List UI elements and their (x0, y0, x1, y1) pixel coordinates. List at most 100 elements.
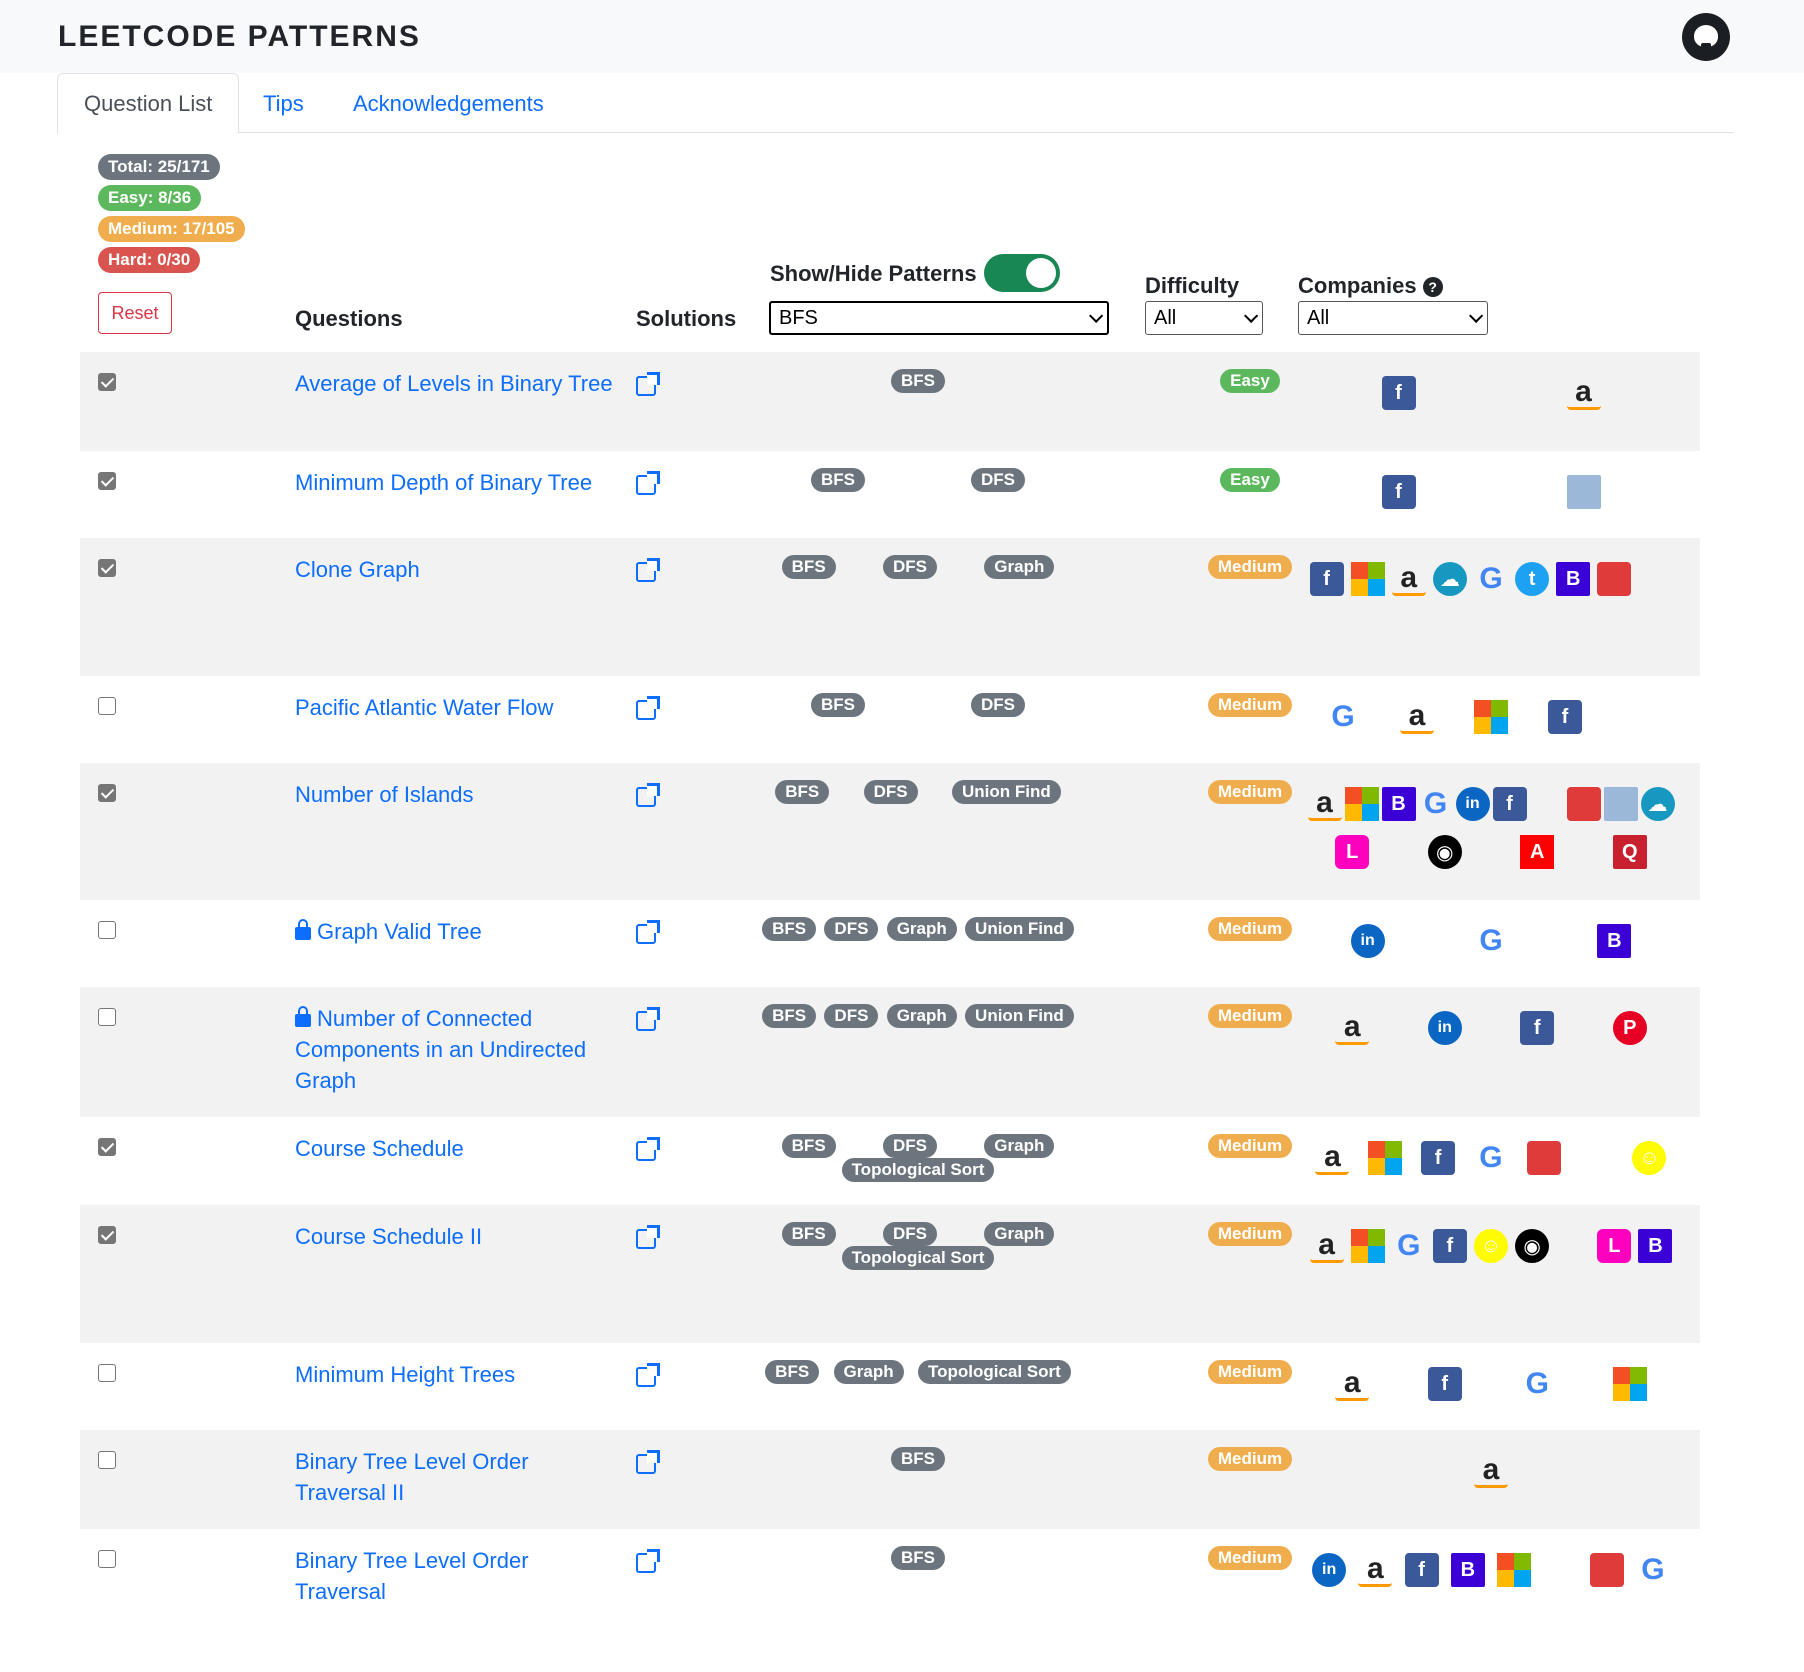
goldman-sachs-icon (1603, 787, 1638, 821)
question-link[interactable]: Pacific Atlantic Water Flow (295, 692, 615, 723)
microsoft-icon (1612, 1367, 1647, 1401)
completed-checkbox[interactable] (98, 472, 116, 490)
pattern-filter-select[interactable]: BFS (769, 301, 1109, 335)
facebook-icon: f (1427, 1367, 1462, 1401)
question-link[interactable]: Minimum Height Trees (295, 1359, 615, 1390)
app-title[interactable]: LEETCODE PATTERNS (58, 20, 421, 54)
uber-icon: ◉ (1515, 1229, 1550, 1263)
external-link-icon[interactable] (636, 920, 660, 944)
total-count-badge: Total: 25/171 (98, 154, 220, 180)
difficulty-filter-select[interactable]: All (1145, 301, 1263, 335)
google-icon: G (1479, 924, 1503, 957)
question-link[interactable]: Course Schedule (295, 1133, 615, 1164)
facebook-icon: f (1381, 376, 1416, 410)
table-row: Pacific Atlantic Water Flow BFS DFS Medium G… (80, 676, 1700, 763)
show-patterns-toggle[interactable] (984, 254, 1060, 292)
companies-filter-select[interactable]: All (1298, 301, 1488, 335)
question-link[interactable]: Minimum Depth of Binary Tree (295, 467, 615, 498)
company-logos: f a ☁ Gt B (1306, 561, 1676, 596)
question-link[interactable]: Number of Islands (295, 779, 615, 810)
google-icon: G (1479, 562, 1503, 595)
company-logos: a in f P (1306, 1010, 1676, 1045)
amazon-icon: a (1358, 1552, 1393, 1587)
question-link[interactable]: Number of Connected Components in an Und… (295, 1003, 615, 1096)
apple-icon (1556, 1229, 1590, 1263)
completed-checkbox[interactable] (98, 559, 116, 577)
pattern-badges: BFS Graph Topological Sort (758, 1360, 1078, 1384)
snapchat-icon: ☺ (1632, 1141, 1667, 1175)
bloomberg-icon: B (1597, 924, 1632, 958)
tab-question-list[interactable]: Question List (57, 73, 240, 134)
completed-checkbox[interactable] (98, 1138, 116, 1156)
external-link-icon[interactable] (636, 1007, 660, 1031)
qualtrics-icon: Q (1612, 835, 1647, 869)
goldman-sachs-icon (1566, 475, 1601, 509)
completed-checkbox[interactable] (98, 1364, 116, 1382)
question-title: Course Schedule II (295, 1224, 483, 1249)
pattern-badges: BFS DFS Graph Topological Sort (758, 1222, 1078, 1270)
pattern-badges: BFS (758, 1447, 1078, 1471)
external-link-icon[interactable] (636, 558, 660, 582)
lyft-icon: L (1335, 835, 1370, 869)
companies-column-header: Companies? (1298, 273, 1443, 299)
company-logos: afG (1306, 1366, 1676, 1401)
external-link-icon[interactable] (636, 1363, 660, 1387)
salesforce-icon: ☁ (1640, 787, 1675, 821)
external-link-icon[interactable] (636, 1450, 660, 1474)
completed-checkbox[interactable] (98, 697, 116, 715)
apple-icon (1543, 1553, 1577, 1587)
completed-checkbox[interactable] (98, 921, 116, 939)
external-link-icon[interactable] (636, 696, 660, 720)
table-row: Minimum Depth of Binary Tree BFS DFS Easy f (80, 451, 1700, 538)
difficulty-badge: Easy (1220, 369, 1280, 393)
completed-checkbox[interactable] (98, 784, 116, 802)
pattern-badge: BFS (781, 1134, 836, 1158)
pattern-badge: BFS (781, 555, 836, 579)
tab-acknowledgements[interactable]: Acknowledgements (327, 73, 570, 134)
question-title: Binary Tree Level Order Traversal II (295, 1449, 529, 1505)
external-link-icon[interactable] (636, 1137, 660, 1161)
question-link[interactable]: Course Schedule II (295, 1221, 615, 1252)
medium-count-badge: Medium: 17/105 (98, 216, 245, 242)
external-link-icon[interactable] (636, 471, 660, 495)
microsoft-icon (1350, 1229, 1385, 1263)
difficulty-badge: Medium (1207, 1546, 1293, 1570)
difficulty-badge: Medium (1207, 917, 1293, 941)
external-link-icon[interactable] (636, 1225, 660, 1249)
github-icon[interactable] (1682, 12, 1730, 61)
external-link-icon[interactable] (636, 1549, 660, 1573)
question-title: Graph Valid Tree (317, 919, 482, 944)
question-link[interactable]: Graph Valid Tree (295, 916, 615, 947)
tab-tips[interactable]: Tips (237, 73, 330, 134)
reset-button[interactable]: Reset (98, 292, 172, 334)
pattern-badge: Union Find (965, 1004, 1074, 1028)
completed-checkbox[interactable] (98, 1008, 116, 1026)
pattern-badges: BFS (758, 1546, 1078, 1570)
facebook-icon: f (1381, 475, 1416, 509)
amazon-icon: a (1315, 1140, 1350, 1175)
pattern-badge: Topological Sort (841, 1158, 995, 1182)
completed-checkbox[interactable] (98, 373, 116, 391)
question-link[interactable]: Binary Tree Level Order Traversal II (295, 1446, 615, 1508)
completed-checkbox[interactable] (98, 1226, 116, 1244)
difficulty-badge: Medium (1207, 555, 1293, 579)
question-link[interactable]: Clone Graph (295, 554, 615, 585)
question-link[interactable]: Binary Tree Level Order Traversal (295, 1545, 615, 1607)
question-link[interactable]: Average of Levels in Binary Tree (295, 368, 615, 399)
help-icon[interactable]: ? (1422, 277, 1443, 298)
pattern-badge: Graph (984, 555, 1055, 579)
external-link-icon[interactable] (636, 372, 660, 396)
company-logos: a (1306, 1453, 1676, 1488)
pattern-badge: Graph (984, 1222, 1055, 1246)
difficulty-badge: Medium (1207, 1222, 1293, 1246)
question-title: Number of Connected Components in an Und… (295, 1006, 587, 1093)
microsoft-icon (1344, 787, 1379, 821)
pattern-badges: BFS DFS Union Find (758, 780, 1078, 804)
completed-checkbox[interactable] (98, 1451, 116, 1469)
completed-checkbox[interactable] (98, 1550, 116, 1568)
pattern-badges: BFS DFS (758, 693, 1078, 717)
microsoft-icon (1350, 562, 1385, 596)
questions-column-header: Questions (295, 306, 403, 331)
external-link-icon[interactable] (636, 783, 660, 807)
amazon-icon: a (1307, 786, 1342, 821)
